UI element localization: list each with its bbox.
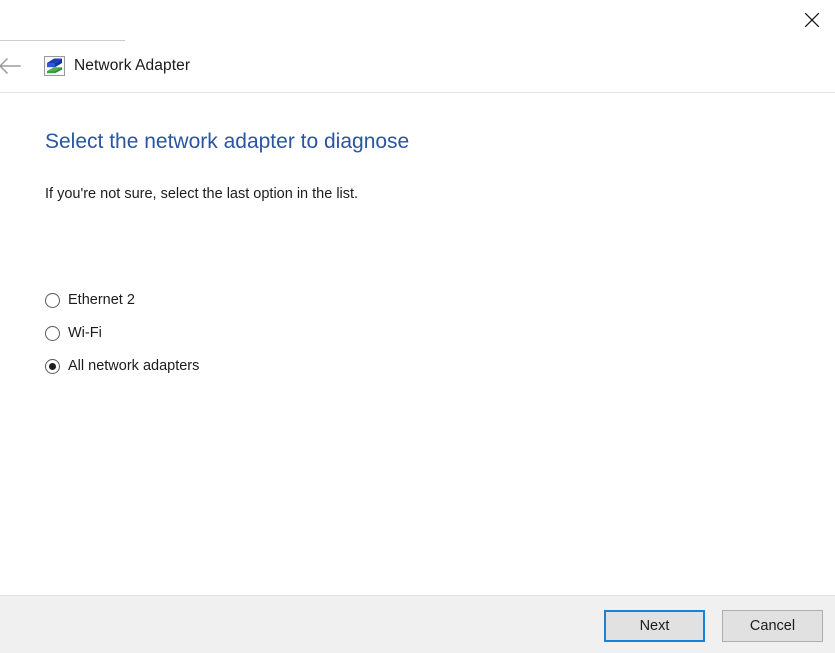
wizard-header: Network Adapter bbox=[0, 41, 835, 92]
title-bar bbox=[0, 0, 835, 40]
radio-option-all-network-adapters[interactable]: All network adapters bbox=[45, 354, 545, 378]
radio-option-label: Ethernet 2 bbox=[68, 292, 135, 308]
radio-option-label: All network adapters bbox=[68, 358, 200, 374]
close-icon bbox=[804, 12, 820, 28]
network-adapter-troubleshooter-window: Network Adapter Select the network adapt… bbox=[0, 0, 835, 653]
page-instruction-text: If you're not sure, select the last opti… bbox=[45, 186, 359, 202]
back-arrow-icon bbox=[0, 57, 22, 75]
radio-option-ethernet-2[interactable]: Ethernet 2 bbox=[45, 288, 545, 312]
cancel-button[interactable]: Cancel bbox=[722, 610, 823, 642]
wizard-footer bbox=[0, 595, 835, 653]
radio-indicator[interactable] bbox=[45, 325, 60, 341]
page-title: Select the network adapter to diagnose bbox=[45, 130, 410, 153]
radio-option-wi-fi[interactable]: Wi-Fi bbox=[45, 321, 545, 345]
back-button[interactable] bbox=[0, 49, 26, 83]
header-title: Network Adapter bbox=[74, 57, 191, 74]
network-adapter-icon bbox=[44, 56, 65, 76]
wizard-content: Select the network adapter to diagnose I… bbox=[0, 93, 835, 595]
radio-indicator[interactable] bbox=[45, 292, 60, 308]
radio-indicator-selected[interactable] bbox=[45, 358, 60, 374]
adapter-options-group: Ethernet 2 Wi-Fi All network adapters bbox=[45, 288, 545, 387]
close-button[interactable] bbox=[789, 0, 835, 40]
radio-option-label: Wi-Fi bbox=[68, 325, 102, 341]
next-button[interactable]: Next bbox=[604, 610, 705, 642]
